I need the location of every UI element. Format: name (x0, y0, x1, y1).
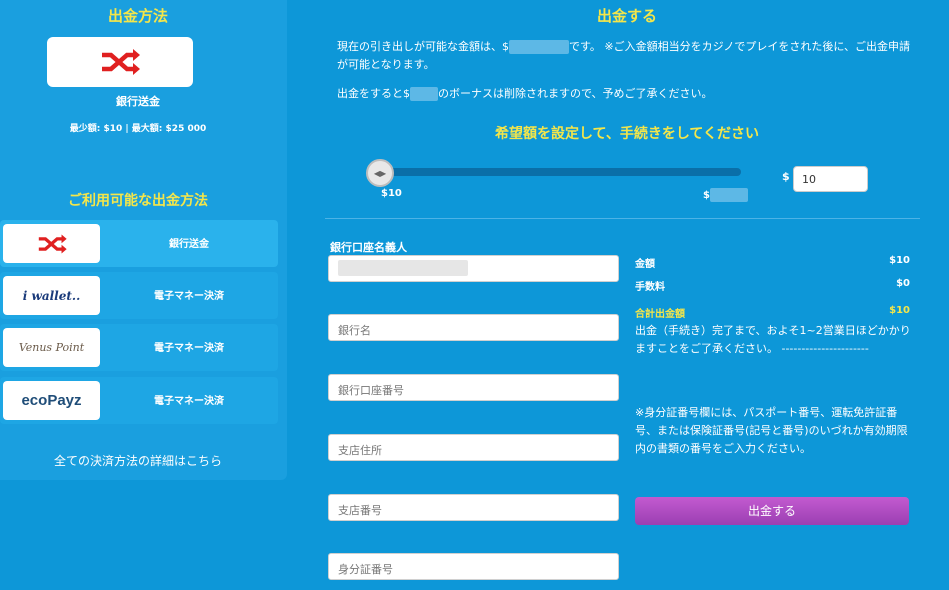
redacted-value (709, 188, 748, 202)
amount-input[interactable]: 10 (793, 166, 868, 192)
available-methods-title: ご利用可能な出金方法 (68, 193, 208, 209)
amount-row: 金額 $10 (635, 255, 910, 270)
amount-currency: $ (782, 170, 790, 183)
bonus-warning: 出金をすると$ のボーナスは削除されますので、予めご了承ください。 (337, 87, 713, 101)
venuspoint-logo: Venus Point (3, 328, 100, 367)
redacted-value (338, 260, 468, 276)
slider-max-label: $ (703, 188, 748, 202)
ecopayz-logo: ecoPayz (3, 381, 100, 420)
withdrawal-limits: 最少額: $10 | 最大額: $25 000 (69, 124, 207, 134)
amount-slider-handle[interactable]: ◀▶ (366, 159, 394, 187)
total-row: 合計出金額 $10 (635, 305, 910, 320)
processing-time-note: 出金（手続き）完了まで、およそ1~2営業日ほどかかりますことをご了承ください。 … (635, 324, 911, 355)
method-row-iwallet[interactable]: i wallet.. 電子マネー決済 (0, 272, 278, 319)
bank-name-field[interactable]: 銀行名 (328, 314, 619, 341)
bank-transfer-logo (3, 224, 100, 263)
account-holder-field[interactable] (328, 255, 619, 282)
account-holder-label: 銀行口座名義人 (330, 241, 407, 254)
withdrawal-method-panel: 出金方法 銀行送金 最少額: $10 | 最大額: $25 000 ご利用可能な… (0, 0, 287, 480)
method-name: 電子マネー決済 (154, 396, 224, 407)
page-title: 出金する (596, 7, 657, 25)
shuffle-icon (38, 233, 67, 254)
method-name: 銀行送金 (169, 239, 209, 250)
id-number-note: ※身分証番号欄には、パスポート番号、運転免許証番号、または保険証番号(記号と番号… (635, 406, 908, 455)
method-row-ecopayz[interactable]: ecoPayz 電子マネー決済 (0, 377, 278, 424)
all-methods-link[interactable]: 全ての決済方法の詳細はこちら (0, 452, 276, 469)
redacted-value (410, 87, 438, 101)
set-amount-title: 希望額を設定して、手続きをしてください (494, 126, 760, 142)
withdraw-button[interactable]: 出金する (635, 497, 909, 525)
divider (325, 218, 920, 219)
method-panel-title: 出金方法 (107, 7, 168, 25)
amount-slider-track[interactable] (384, 168, 741, 176)
iwallet-logo: i wallet.. (3, 276, 100, 315)
branch-address-field[interactable]: 支店住所 (328, 434, 619, 461)
slider-min-label: $10 (381, 188, 402, 199)
method-name: 電子マネー決済 (154, 291, 224, 302)
method-name: 電子マネー決済 (154, 343, 224, 354)
id-number-field[interactable]: 身分証番号 (328, 553, 619, 580)
branch-number-field[interactable]: 支店番号 (328, 494, 619, 521)
method-row-venuspoint[interactable]: Venus Point 電子マネー決済 (0, 324, 278, 371)
method-row-bank[interactable]: 銀行送金 (0, 220, 278, 267)
shuffle-icon (102, 49, 140, 75)
redacted-value (509, 40, 569, 54)
account-number-field[interactable]: 銀行口座番号 (328, 374, 619, 401)
fee-row: 手数料 $0 (635, 278, 910, 293)
available-amount-info: 現在の引き出しが可能な金額は、$ です。 ※ご入金額相当分をカジノでプレイをされた… (337, 40, 911, 71)
selected-method-label: 銀行送金 (116, 95, 160, 108)
slider-arrows-icon: ◀▶ (373, 168, 387, 178)
selected-method-card[interactable] (47, 37, 193, 87)
